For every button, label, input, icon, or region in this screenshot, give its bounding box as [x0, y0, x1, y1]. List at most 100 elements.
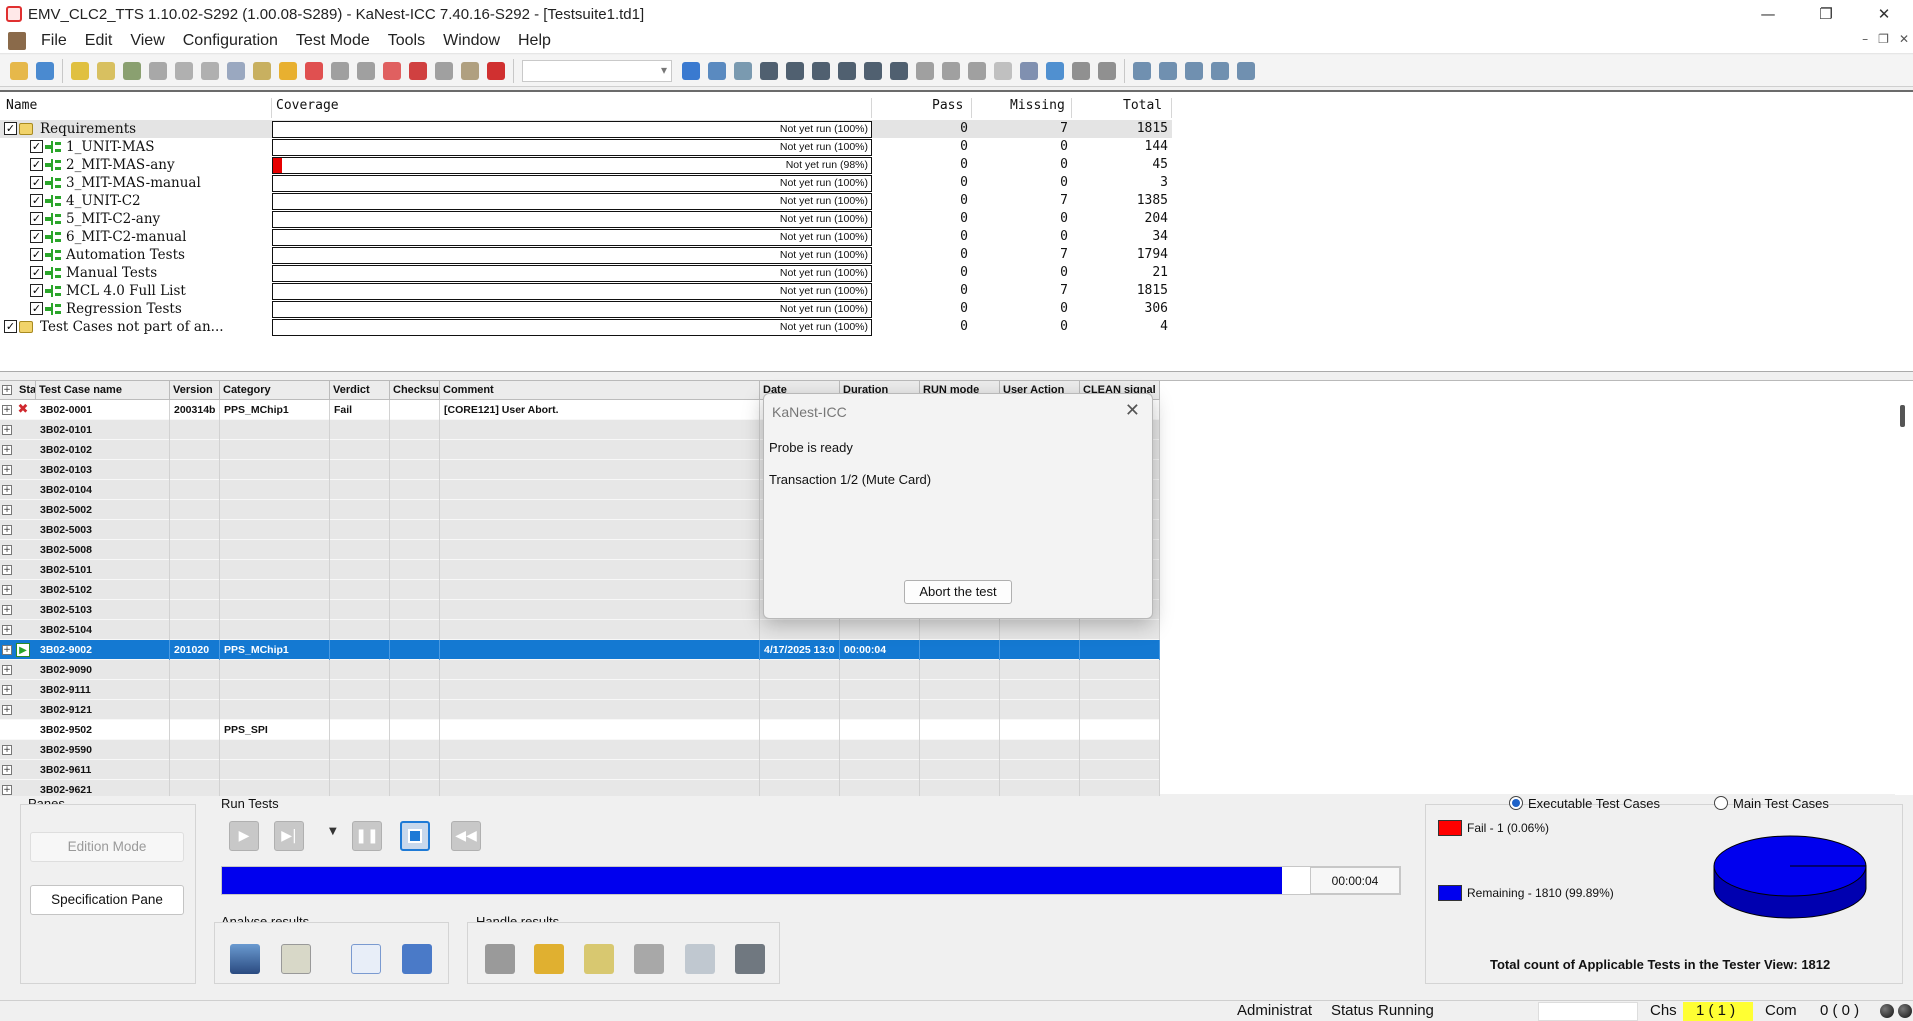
mdi-minimize-button[interactable]: –: [1862, 32, 1868, 46]
arrow-left-icon[interactable]: [1072, 61, 1090, 80]
requirement-checkbox[interactable]: ✓: [30, 158, 43, 171]
requirement-checkbox[interactable]: ✓: [30, 248, 43, 261]
requirement-checkbox[interactable]: ✓: [30, 140, 43, 153]
row-expand-icon[interactable]: +: [2, 705, 12, 715]
row-expand-icon[interactable]: +: [2, 625, 12, 635]
expand-all-icon[interactable]: +: [2, 385, 12, 395]
row-expand-icon[interactable]: +: [2, 585, 12, 595]
row-expand-icon[interactable]: +: [2, 565, 12, 575]
pause-button[interactable]: ❚❚: [352, 821, 382, 851]
requirement-row[interactable]: ✓ MCL 4.0 Full List Not yet run (100%) 0 7 18…: [0, 282, 1172, 300]
align-left-icon[interactable]: [916, 61, 934, 80]
table-row[interactable]: +3B02-9121: [0, 700, 1160, 720]
find-fail-icon[interactable]: [838, 61, 856, 80]
menu-file[interactable]: File: [32, 32, 76, 50]
lightning-icon[interactable]: [71, 61, 89, 80]
edit-test-icon[interactable]: [97, 61, 115, 80]
row-expand-icon[interactable]: +: [2, 445, 12, 455]
requirement-row[interactable]: ✓ Regression Tests Not yet run (100%) 0 0 306: [0, 300, 1172, 318]
analyse-table-icon[interactable]: [281, 944, 311, 974]
executable-test-cases-radio[interactable]: [1509, 796, 1523, 810]
find-prev-icon[interactable]: [812, 61, 830, 80]
wrench-icon[interactable]: [201, 61, 219, 80]
list-icon[interactable]: [227, 61, 245, 80]
analyse-settings-icon[interactable]: [351, 944, 381, 974]
requirement-checkbox[interactable]: ✓: [4, 320, 17, 333]
row-expand-icon[interactable]: +: [2, 665, 12, 675]
row-expand-icon[interactable]: +: [2, 545, 12, 555]
row-expand-icon[interactable]: +: [2, 685, 12, 695]
stop-button[interactable]: [400, 821, 430, 851]
header-test-case-name[interactable]: Test Case name: [36, 381, 170, 400]
edition-mode-button[interactable]: Edition Mode: [30, 832, 184, 862]
requirement-row[interactable]: ✓ 5_MIT-C2-any Not yet run (100%) 0 0 204: [0, 210, 1172, 228]
handle-export-icon[interactable]: [735, 944, 765, 974]
requirement-checkbox[interactable]: ✓: [4, 122, 17, 135]
play-button[interactable]: ▶: [229, 821, 259, 851]
table-row[interactable]: +3B02-9111: [0, 680, 1160, 700]
handle-copy-icon[interactable]: [485, 944, 515, 974]
menu-edit[interactable]: Edit: [76, 32, 122, 50]
menu-test-mode[interactable]: Test Mode: [287, 32, 379, 50]
requirement-row[interactable]: ✓ Test Cases not part of an... Not yet run…: [0, 318, 1172, 336]
table-row[interactable]: + ▶ 3B02-9002 201020 PPS_MChip1 4/17/2025 13:…: [0, 640, 1160, 660]
analyse-attach-icon[interactable]: [402, 944, 432, 974]
table-row[interactable]: +3B02-9090: [0, 660, 1160, 680]
row-expand-icon[interactable]: +: [2, 485, 12, 495]
alert-icon[interactable]: [305, 61, 323, 80]
arrow-right-icon[interactable]: [1098, 61, 1116, 80]
stop-icon[interactable]: [357, 61, 375, 80]
rewind-button[interactable]: ◀◀: [451, 821, 481, 851]
table-row[interactable]: 3B02-9502 PPS_SPI: [0, 720, 1160, 740]
requirement-row[interactable]: ✓ 3_MIT-MAS-manual Not yet run (100%) 0 0 3: [0, 174, 1172, 192]
find-all-icon[interactable]: [890, 61, 908, 80]
requirement-row[interactable]: ✓ Manual Tests Not yet run (100%) 0 0 21: [0, 264, 1172, 282]
minimize-button[interactable]: —: [1739, 0, 1797, 28]
menu-view[interactable]: View: [121, 32, 173, 50]
row-expand-icon[interactable]: +: [2, 605, 12, 615]
requirement-checkbox[interactable]: ✓: [30, 266, 43, 279]
requirement-checkbox[interactable]: ✓: [30, 194, 43, 207]
error-icon[interactable]: [409, 61, 427, 80]
header-comment[interactable]: Comment: [440, 381, 760, 400]
run-options-dropdown-icon[interactable]: ▼: [329, 826, 337, 837]
dialog-close-icon[interactable]: ✕: [1125, 400, 1140, 421]
report-icon[interactable]: [1133, 61, 1151, 80]
open-folder-icon[interactable]: [10, 61, 28, 80]
analyse-search-icon[interactable]: [230, 944, 260, 974]
requirement-row[interactable]: ✓ 1_UNIT-MAS Not yet run (100%) 0 0 144: [0, 138, 1172, 156]
grid-scrollbar-thumb[interactable]: [1900, 405, 1905, 427]
abort-test-button[interactable]: Abort the test: [904, 580, 1012, 604]
table-row[interactable]: +3B02-9611: [0, 760, 1160, 780]
menu-tools[interactable]: Tools: [379, 32, 434, 50]
pause-icon[interactable]: [331, 61, 349, 80]
requirement-checkbox[interactable]: ✓: [30, 212, 43, 225]
report-pass-icon[interactable]: [1185, 61, 1203, 80]
row-expand-icon[interactable]: +: [2, 465, 12, 475]
record-icon[interactable]: [383, 61, 401, 80]
row-expand-icon[interactable]: +: [2, 745, 12, 755]
handle-edit-icon[interactable]: [584, 944, 614, 974]
comment-icon[interactable]: [279, 61, 297, 80]
requirement-row[interactable]: ✓ 6_MIT-C2-manual Not yet run (100%) 0 0 34: [0, 228, 1172, 246]
report-all-icon[interactable]: [1211, 61, 1229, 80]
step-button[interactable]: ▶|: [274, 821, 304, 851]
header-status[interactable]: Sta: [16, 381, 36, 400]
xml-icon[interactable]: [994, 61, 1012, 80]
align-right-icon[interactable]: [968, 61, 986, 80]
header-version[interactable]: Version: [170, 381, 220, 400]
find-pass-icon[interactable]: [864, 61, 882, 80]
pen-icon[interactable]: [175, 61, 193, 80]
note-icon[interactable]: [461, 61, 479, 80]
menu-help[interactable]: Help: [509, 32, 560, 50]
requirement-row[interactable]: ✓ Requirements Not yet run (100%) 0 7 1815: [0, 120, 1172, 138]
specification-pane-button[interactable]: Specification Pane: [30, 885, 184, 915]
header-checksum[interactable]: Checksu: [390, 381, 440, 400]
requirement-checkbox[interactable]: ✓: [30, 302, 43, 315]
menu-configuration[interactable]: Configuration: [174, 32, 287, 50]
handle-folder-icon[interactable]: [634, 944, 664, 974]
requirement-row[interactable]: ✓ Automation Tests Not yet run (100%) 0 7 179…: [0, 246, 1172, 264]
row-expand-icon[interactable]: +: [2, 505, 12, 515]
header-category[interactable]: Category: [220, 381, 330, 400]
requirement-row[interactable]: ✓ 4_UNIT-C2 Not yet run (100%) 0 7 1385: [0, 192, 1172, 210]
